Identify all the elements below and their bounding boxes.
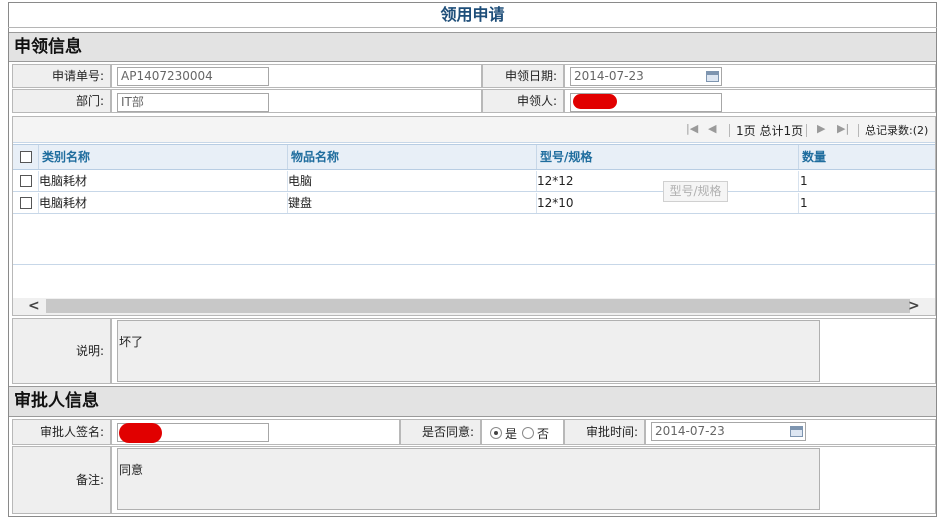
requester-label: 申领人: [482,89,564,113]
cell-qty: 1 [800,196,808,210]
approval-time-cell: 2014-07-23 [645,419,936,445]
grid-divider [13,264,935,265]
first-page-icon[interactable]: |◀ [686,122,698,135]
department-label: 部门: [12,89,111,113]
redacted-signer-name [119,423,162,443]
column-tooltip: 型号/规格 [663,181,728,202]
page-info: 1页 总计1页 [736,124,804,138]
select-all-cell [13,145,39,169]
total-records: 总记录数:(2) [865,124,929,137]
requisition-section-header: 申领信息 [9,32,936,62]
pager-separator [806,124,807,137]
row-checkbox[interactable] [20,197,32,209]
next-page-icon[interactable]: ▶ [817,122,825,135]
column-header-category[interactable]: 类别名称 [39,145,288,169]
agree-no-label: 否 [537,427,550,441]
description-textarea[interactable]: 坏了 [117,320,820,382]
approval-time-input[interactable]: 2014-07-23 [651,422,806,441]
agree-label: 是否同意: [400,419,481,445]
calendar-icon[interactable] [790,426,803,437]
approval-section-header: 审批人信息 [9,386,936,417]
description-label: 说明: [12,318,111,384]
cell-item: 电脑 [285,171,537,191]
signer-cell [111,419,400,445]
pager-separator [729,124,730,137]
row-checkbox[interactable] [20,175,32,187]
remark-cell: 同意 [111,446,936,514]
department-input[interactable]: IT部 [117,93,269,112]
scroll-thumb[interactable] [46,299,910,313]
request-no-cell: AP1407230004 [111,64,482,88]
scroll-right-icon[interactable]: > [908,298,920,315]
agree-yes-radio[interactable] [490,427,502,439]
date-label: 申领日期: [482,64,564,88]
date-cell: 2014-07-23 [564,64,936,88]
scroll-left-icon[interactable]: < [28,298,40,315]
cell-item: 键盘 [285,193,537,213]
remark-textarea[interactable]: 同意 [117,448,820,510]
agree-yes-label: 是 [505,427,518,441]
grid-pager: |◀ ◀ 1页 总计1页 ▶ ▶| 总记录数:(2) [13,117,935,143]
agree-cell: 是 否 [481,419,564,445]
agree-no-radio[interactable] [522,427,534,439]
redacted-requester-name [573,94,617,109]
column-header-item[interactable]: 物品名称 [288,145,537,169]
select-all-checkbox[interactable] [20,151,32,163]
department-cell: IT部 [111,89,482,113]
cell-category: 电脑耗材 [36,171,288,191]
table-row[interactable]: 电脑耗材 电脑 12*12 1 [13,171,935,192]
calendar-icon[interactable] [706,71,719,82]
date-input[interactable]: 2014-07-23 [570,67,722,86]
request-no-input[interactable]: AP1407230004 [117,67,269,86]
signer-label: 审批人签名: [12,419,111,445]
description-cell: 坏了 [111,318,936,384]
pager-separator [858,124,859,137]
table-row[interactable]: 电脑耗材 键盘 12*10 1 [13,193,935,214]
request-no-label: 申请单号: [12,64,111,88]
last-page-icon[interactable]: ▶| [837,122,849,135]
page-title: 领用申请 [8,3,937,28]
column-header-spec[interactable]: 型号/规格 [537,145,799,169]
requester-cell [564,89,936,113]
remark-label: 备注: [12,446,111,514]
cell-category: 电脑耗材 [36,193,288,213]
column-header-qty[interactable]: 数量 [799,145,935,169]
cell-qty: 1 [800,174,808,188]
grid-header: 类别名称 物品名称 型号/规格 数量 [13,144,935,170]
prev-page-icon[interactable]: ◀ [708,122,716,135]
horizontal-scrollbar[interactable]: < > [13,298,935,315]
approval-time-label: 审批时间: [564,419,645,445]
